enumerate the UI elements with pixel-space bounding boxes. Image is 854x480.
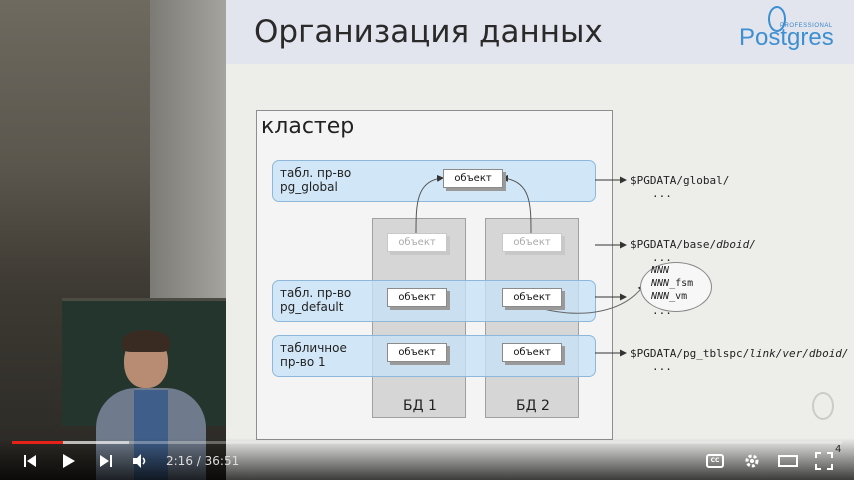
path-global: $PGDATA/global/ — [630, 174, 730, 187]
volume-icon — [133, 454, 146, 468]
object-db2-default: объект — [502, 288, 562, 307]
ellipsis: ... — [652, 304, 672, 317]
previous-button[interactable] — [19, 450, 41, 472]
ellipsis: ... — [652, 187, 672, 200]
volume-button[interactable] — [129, 450, 151, 472]
captions-button[interactable]: CC — [704, 450, 726, 472]
file-name-vm: NNN_vm — [651, 291, 688, 302]
theater-mode-button[interactable] — [777, 450, 799, 472]
settings-icon — [745, 454, 759, 468]
object-db1-tablespace: объект — [387, 343, 447, 362]
projection-screen-edge — [150, 0, 230, 300]
fullscreen-button[interactable] — [813, 450, 835, 472]
watermark-elephant-icon — [812, 392, 834, 420]
theater-mode-icon — [778, 455, 798, 467]
object-db2-ghost: объект — [502, 233, 562, 252]
object-global: объект — [443, 169, 503, 188]
captions-icon: CC — [706, 454, 724, 468]
time-display: 2:16 / 36:51 — [166, 454, 240, 468]
next-button[interactable] — [95, 450, 117, 472]
object-db1-ghost: объект — [387, 233, 447, 252]
object-db1-default: объект — [387, 288, 447, 307]
progress-bar[interactable] — [12, 441, 842, 444]
settings-button[interactable] — [741, 450, 763, 472]
next-icon — [100, 455, 112, 467]
play-button[interactable] — [57, 450, 79, 472]
path-tblspc: $PGDATA/pg_tblspc/link/ver/dboid/ — [630, 347, 849, 360]
presentation-slide: Организация данных PROFESSIONAL Postgres… — [226, 0, 854, 480]
lecture-room-scene — [0, 0, 230, 480]
file-name-fsm: NNN_fsm — [651, 278, 694, 289]
previous-icon — [24, 455, 36, 467]
path-base: $PGDATA/base/dboid/ — [630, 238, 756, 251]
video-player[interactable]: Организация данных PROFESSIONAL Postgres… — [0, 0, 854, 480]
play-icon — [63, 454, 75, 468]
object-db2-tablespace: объект — [502, 343, 562, 362]
file-name: NNN — [651, 265, 670, 276]
ellipsis: ... — [652, 360, 672, 373]
fullscreen-icon — [815, 452, 833, 470]
progress-played — [12, 441, 64, 444]
